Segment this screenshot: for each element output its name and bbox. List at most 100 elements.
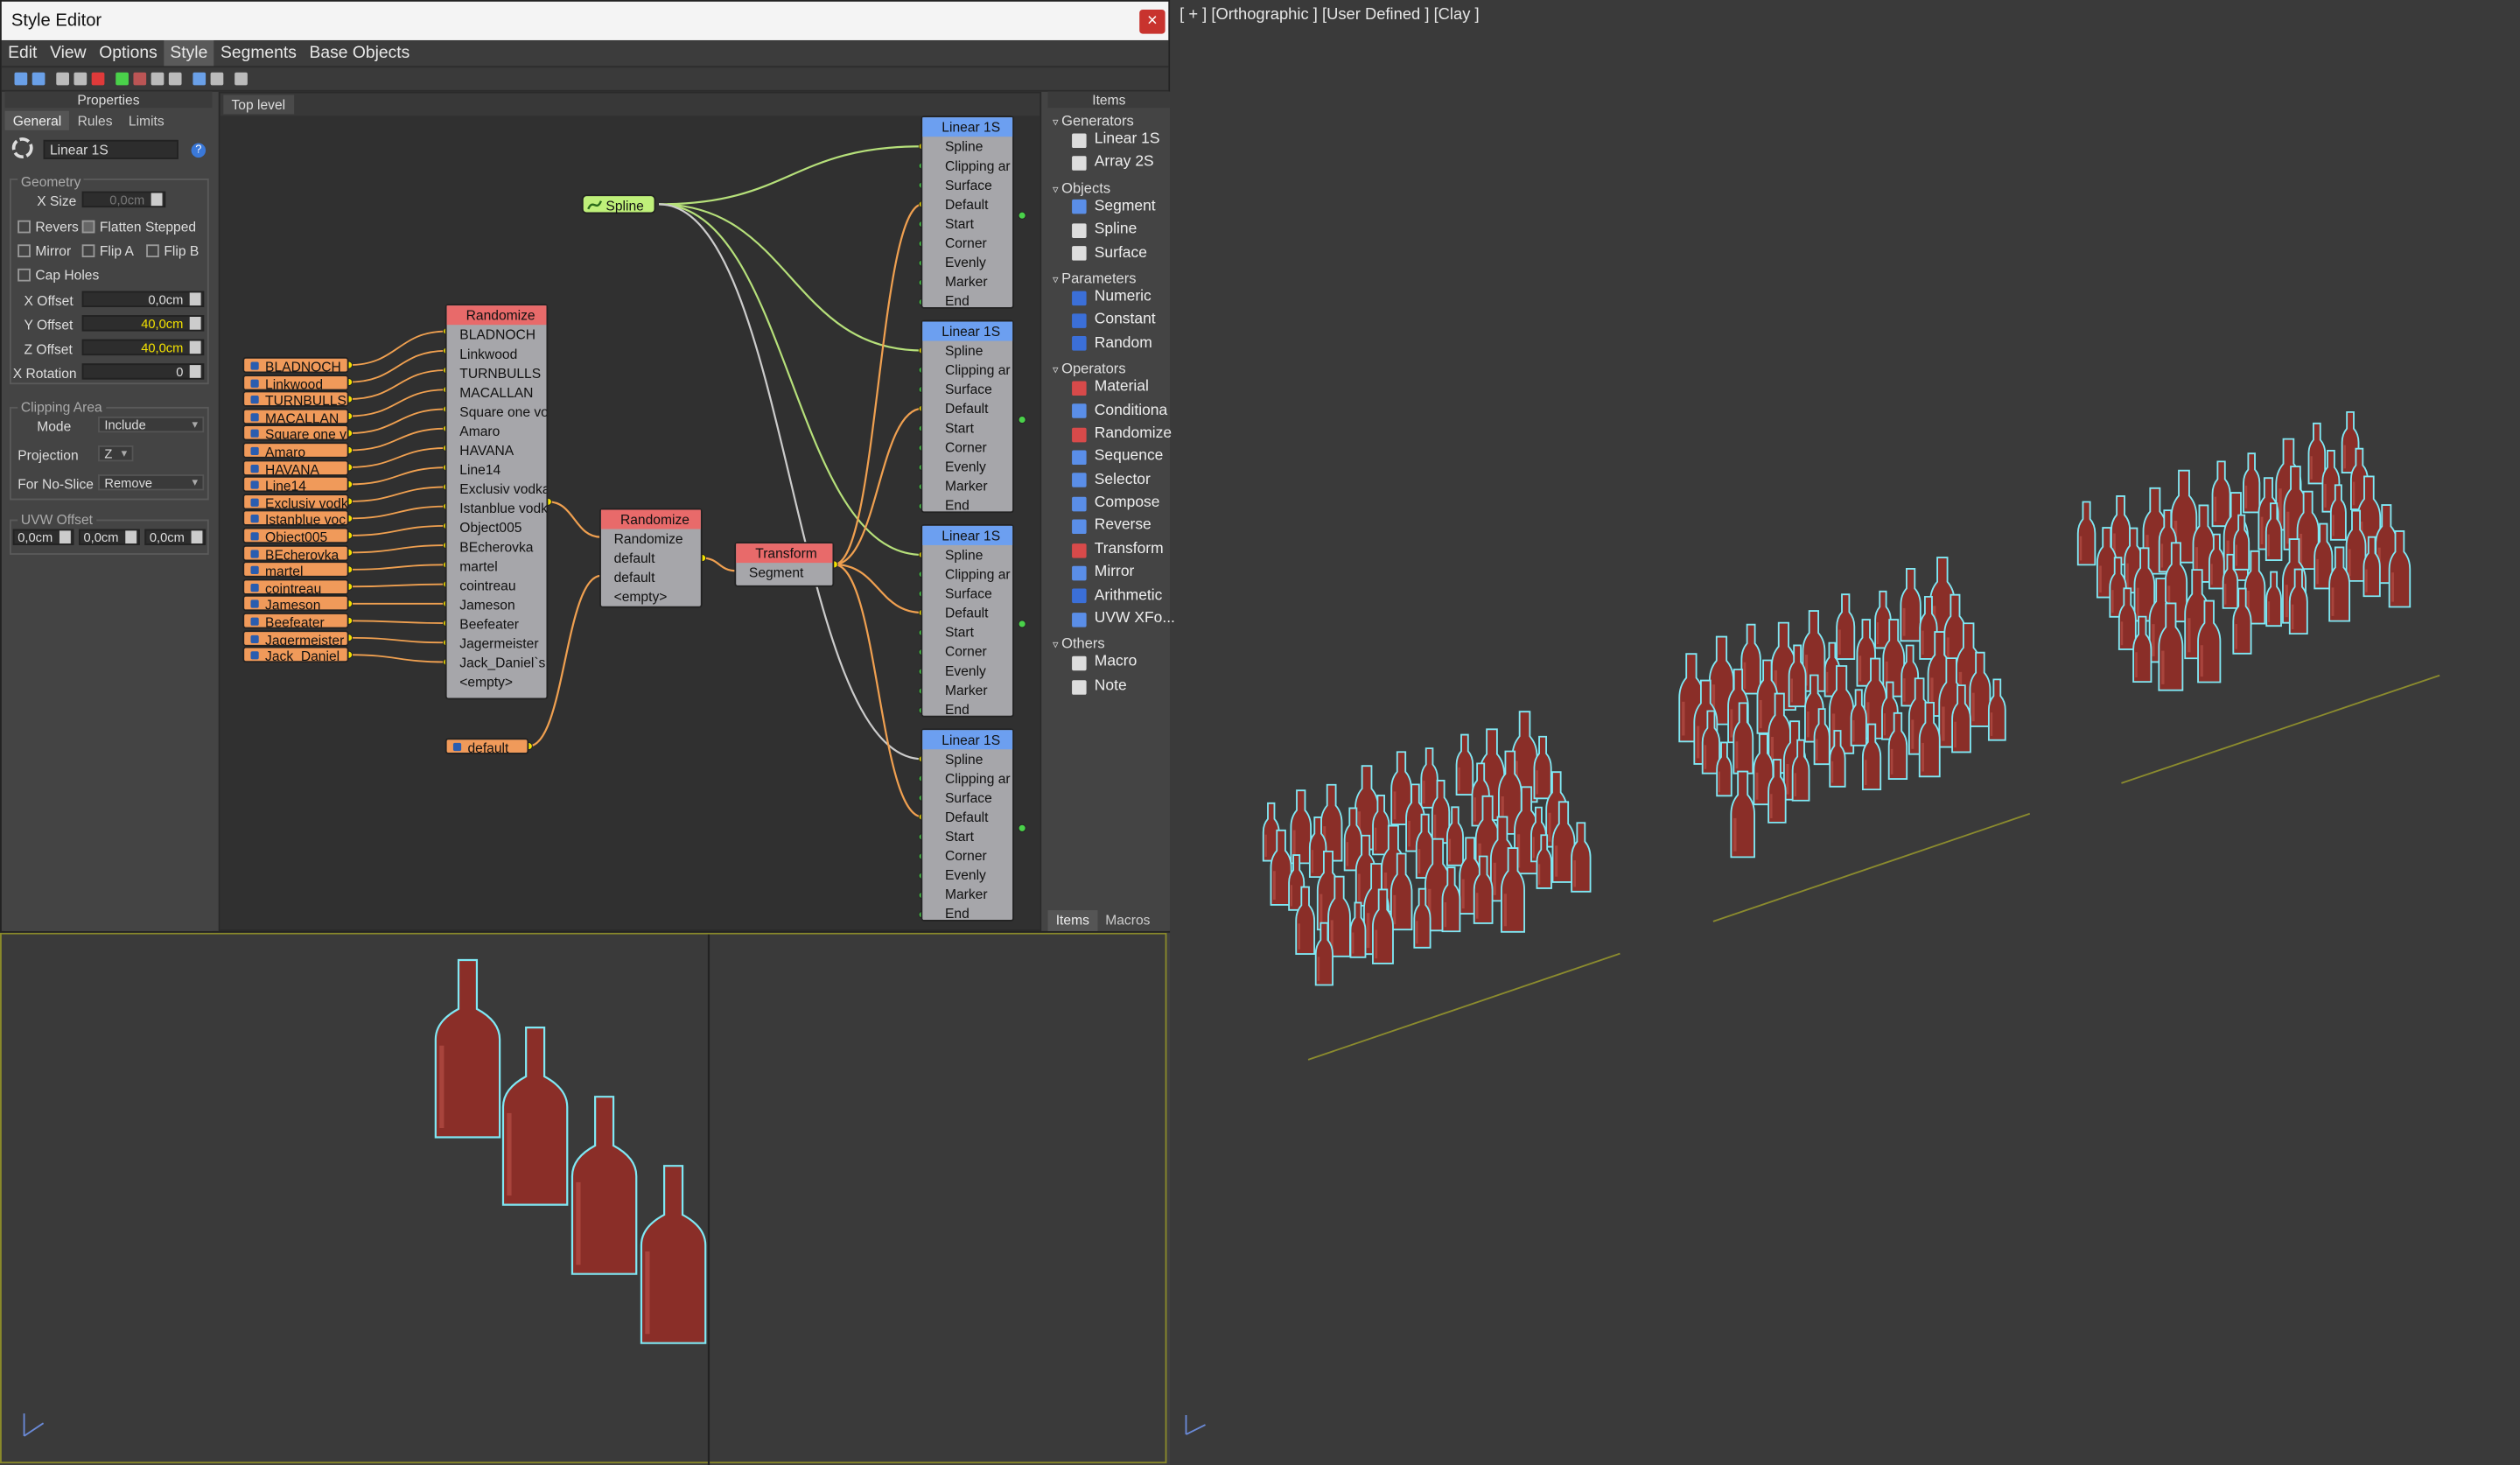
mirror-checkbox[interactable]: Mirror [18, 242, 71, 259]
items-entry[interactable]: Note [1072, 675, 1170, 697]
object-chip[interactable]: MACALLAN [242, 408, 349, 424]
randomize1-port[interactable]: Amaro [447, 421, 547, 440]
x-offset-field[interactable]: 0,0cm [81, 291, 205, 307]
object-chip[interactable]: Beefeater [242, 613, 349, 629]
object-chip[interactable]: TURNBULLS [242, 390, 349, 408]
object-chip[interactable]: Jagermeister [242, 629, 349, 646]
flip-a-checkbox[interactable]: Flip A [81, 242, 134, 259]
redo-icon[interactable] [32, 72, 46, 86]
linear-port[interactable]: Start [922, 622, 1012, 641]
object-chip[interactable]: martel [242, 561, 349, 578]
linear-port[interactable]: Marker [922, 272, 1012, 291]
randomize-node-2[interactable]: Randomize Randomize default default <empty> [599, 508, 703, 608]
linear-port[interactable]: Surface [922, 584, 1012, 603]
items-entry[interactable]: Spline [1072, 219, 1170, 242]
filter-icon[interactable] [150, 72, 164, 86]
randomize2-port[interactable]: Randomize [601, 529, 701, 549]
close-button[interactable]: × [1139, 10, 1166, 34]
randomize2-port[interactable]: default [601, 568, 701, 587]
tab-rules[interactable]: Rules [69, 111, 120, 130]
title-bar[interactable]: Style Editor × [1, 1, 1169, 40]
cap-holes-checkbox[interactable]: Cap Holes [18, 267, 99, 283]
items-entry[interactable]: Conditiona [1072, 400, 1170, 423]
items-entry[interactable]: Reverse [1072, 515, 1170, 538]
randomize1-port[interactable]: Linkwood [447, 344, 547, 363]
items-entry[interactable]: Numeric [1072, 286, 1170, 309]
tab-top-level[interactable]: Top level [223, 95, 294, 115]
linear-port[interactable]: Corner [922, 641, 1012, 661]
noslice-dropdown[interactable]: Remove [98, 474, 205, 491]
randomize1-port[interactable]: HAVANA [447, 440, 547, 459]
tab-general[interactable]: General [4, 110, 70, 130]
flip-b-checkbox[interactable]: Flip B [146, 242, 199, 259]
uvw-offset-v-field[interactable]: 0,0cm [78, 529, 140, 545]
help-icon[interactable]: ? [191, 143, 206, 158]
items-group-others[interactable]: ▿ Others [1053, 636, 1170, 652]
randomize1-port[interactable]: Square one vo [447, 402, 546, 421]
uvw-offset-w-field[interactable]: 0,0cm [144, 529, 206, 545]
items-entry[interactable]: Selector [1072, 469, 1170, 492]
randomize1-port[interactable]: Istanblue vodk [447, 499, 546, 518]
object-chip[interactable]: Line14 [242, 476, 349, 493]
perspective-viewport[interactable]: [ + ] [Orthographic ] [User Defined ] [C… [1170, 0, 2520, 1465]
linear-port[interactable]: Evenly [922, 866, 1012, 885]
mode-dropdown[interactable]: Include [98, 416, 205, 433]
randomize1-port[interactable]: Jagermeister [447, 634, 547, 653]
copy-icon[interactable] [56, 72, 69, 86]
randomize1-port[interactable]: Object005 [447, 518, 547, 537]
object-chip[interactable]: Square one v [242, 424, 349, 442]
linear-node[interactable]: Linear 1S Spline Clipping ar Surface Default… [920, 116, 1014, 309]
randomize1-port[interactable]: BEcherovka [447, 537, 547, 557]
linear-port[interactable]: Clipping ar [922, 564, 1012, 584]
object-chip[interactable]: Amaro [242, 442, 349, 459]
object-chip[interactable]: BEcherovka [242, 544, 349, 561]
menu-view[interactable]: View [44, 40, 93, 66]
reverse-checkbox[interactable]: Revers [18, 219, 79, 235]
items-entry[interactable]: Random [1072, 333, 1170, 355]
randomize1-port[interactable]: MACALLAN [447, 382, 547, 402]
linear-port[interactable]: Evenly [922, 457, 1012, 476]
linear-port[interactable]: End [922, 699, 1012, 718]
linear-node[interactable]: Linear 1S Spline Clipping ar Surface Default… [920, 728, 1014, 922]
linear-port[interactable]: Start [922, 418, 1012, 438]
items-entry[interactable]: Material [1072, 376, 1170, 399]
linear-port[interactable]: Spline [922, 137, 1012, 156]
randomize1-port[interactable]: BLADNOCH [447, 325, 547, 344]
randomize1-port[interactable]: cointreau [447, 576, 547, 595]
y-offset-field[interactable]: 40,0cm [81, 315, 205, 332]
menu-style[interactable]: Style [164, 39, 214, 67]
panel-icon[interactable] [234, 72, 248, 86]
items-group-generators[interactable]: ▿ Generators [1053, 113, 1170, 129]
front-viewport[interactable] [0, 932, 1167, 1465]
linear-port[interactable]: Clipping ar [922, 768, 1012, 788]
graph-canvas[interactable]: Spline default Randomize BLADNOCH Linkwoo… [220, 116, 1040, 930]
linear-port[interactable]: Surface [922, 175, 1012, 194]
z-offset-field[interactable]: 40,0cm [81, 339, 205, 356]
linear-port[interactable]: Marker [922, 680, 1012, 699]
items-entry[interactable]: Compose [1072, 492, 1170, 515]
items-entry[interactable]: Sequence [1072, 446, 1170, 469]
items-entry[interactable]: Array 2S [1072, 151, 1170, 174]
linear-node[interactable]: Linear 1S Spline Clipping ar Surface Default… [920, 524, 1014, 718]
menu-segments[interactable]: Segments [214, 40, 304, 66]
randomize2-port[interactable]: default [601, 549, 701, 568]
linear-port[interactable]: Spline [922, 341, 1012, 361]
object-chip[interactable]: Istanblue voc [242, 510, 349, 527]
linear-port[interactable]: Surface [922, 788, 1012, 807]
check-icon[interactable] [116, 72, 129, 86]
linear-port[interactable]: Corner [922, 438, 1012, 457]
items-group-parameters[interactable]: ▿ Parameters [1053, 270, 1170, 286]
menu-edit[interactable]: Edit [2, 40, 44, 66]
linear-port[interactable]: Evenly [922, 252, 1012, 271]
randomize2-port[interactable]: <empty> [601, 587, 701, 606]
rotation-field[interactable]: 0 [81, 363, 205, 380]
spline-node[interactable]: Spline [581, 194, 704, 217]
linear-port[interactable]: Spline [922, 545, 1012, 564]
linear-port[interactable]: Corner [922, 846, 1012, 866]
randomize1-port[interactable]: Line14 [447, 460, 547, 480]
linear-port[interactable]: Default [922, 807, 1012, 826]
undo-icon[interactable] [14, 72, 28, 86]
linear-port[interactable]: Default [922, 399, 1012, 418]
menu-options[interactable]: Options [93, 40, 164, 66]
projection-dropdown[interactable]: Z [98, 445, 134, 462]
